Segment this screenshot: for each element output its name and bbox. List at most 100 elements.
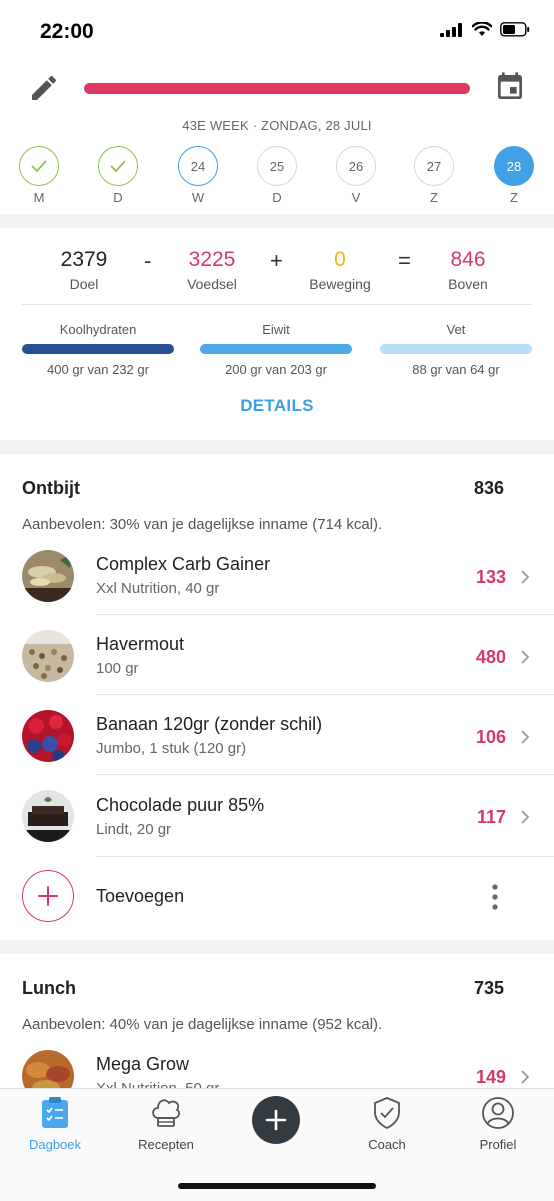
- macro-protein-bar: [200, 344, 352, 354]
- status-time: 22:00: [40, 20, 94, 43]
- food-name[interactable]: Chocolade puur 85%: [96, 795, 264, 816]
- add-food-label[interactable]: Toevoegen: [96, 886, 184, 907]
- food-thumbnail: [22, 550, 74, 602]
- macro-protein-value: 200 gr van 203 gr: [225, 362, 327, 377]
- macro-fat-label: Vet: [446, 322, 466, 337]
- day-letter: Z: [510, 190, 518, 205]
- battery-icon: [500, 22, 530, 37]
- food-label: Voedsel: [187, 276, 237, 292]
- day-letter: W: [191, 190, 205, 205]
- food-kcal: 106: [475, 727, 506, 747]
- add-button[interactable]: [252, 1096, 300, 1144]
- food-kcal: 133: [475, 567, 506, 587]
- macro-carbs-label: Koolhydraten: [59, 322, 137, 337]
- chevron-right-icon[interactable]: [520, 809, 530, 825]
- tab-diary-label[interactable]: Dagboek: [0, 1137, 110, 1152]
- food-name[interactable]: Havermout: [96, 634, 184, 655]
- breakfast-title: Ontbijt: [22, 478, 80, 498]
- section-divider: [0, 940, 554, 954]
- lunch-title: Lunch: [22, 978, 76, 998]
- details-button[interactable]: DETAILS: [0, 396, 554, 416]
- row-divider: [96, 774, 554, 775]
- tab-coach[interactable]: [332, 1096, 442, 1135]
- section-divider: [0, 440, 554, 454]
- row-divider: [96, 694, 554, 695]
- status-icons: [440, 22, 530, 37]
- breakfast-recommendation: Aanbevolen: 30% van je dagelijkse inname…: [22, 516, 383, 533]
- day-circle[interactable]: [19, 146, 59, 186]
- day-letter: D: [272, 190, 282, 205]
- signal-icon: [440, 22, 462, 37]
- calendar-icon[interactable]: [494, 70, 526, 104]
- exercise-value: 0: [334, 248, 346, 271]
- week-date-label: 43E WEEK · ZONDAG, 28 JULI: [182, 118, 372, 133]
- macro-fat-bar: [380, 344, 532, 354]
- tab-profile-label[interactable]: Profiel: [443, 1137, 553, 1152]
- calorie-progress-bar: [84, 83, 470, 94]
- chevron-right-icon[interactable]: [520, 729, 530, 745]
- home-indicator: [178, 1183, 376, 1189]
- macro-carbs-value: 400 gr van 232 gr: [47, 362, 149, 377]
- chevron-right-icon[interactable]: [520, 649, 530, 665]
- chevron-right-icon[interactable]: [520, 1069, 530, 1085]
- food-name[interactable]: Complex Carb Gainer: [96, 554, 270, 575]
- shield-check-icon: [374, 1097, 400, 1130]
- chef-hat-icon: [152, 1099, 181, 1127]
- food-kcal: 149: [475, 1067, 506, 1087]
- macro-protein-label: Eiwit: [262, 322, 290, 337]
- minus-operator: -: [144, 248, 152, 273]
- goal-value: 2379: [60, 248, 108, 271]
- tab-recipes-label[interactable]: Recepten: [111, 1137, 221, 1152]
- lunch-recommendation: Aanbevolen: 40% van je dagelijkse inname…: [22, 1016, 383, 1033]
- chevron-right-icon[interactable]: [520, 569, 530, 585]
- day-circle[interactable]: [98, 146, 138, 186]
- food-thumbnail: [22, 790, 74, 842]
- day-circle[interactable]: 28: [494, 146, 534, 186]
- remaining-value: 846: [450, 248, 486, 271]
- food-name[interactable]: Banaan 120gr (zonder schil): [96, 714, 322, 735]
- tab-coach-label[interactable]: Coach: [332, 1137, 442, 1152]
- food-thumbnail: [22, 710, 74, 762]
- more-options-icon[interactable]: [492, 884, 498, 910]
- check-icon: [110, 160, 126, 173]
- plus-icon: [37, 885, 58, 906]
- food-detail: 100 gr: [96, 660, 139, 677]
- pencil-icon[interactable]: [28, 72, 60, 104]
- exercise-label: Beweging: [309, 276, 371, 292]
- day-letter: Z: [430, 190, 438, 205]
- day-circle[interactable]: 27: [414, 146, 454, 186]
- day-letter: M: [33, 190, 45, 205]
- divider: [22, 304, 532, 305]
- row-divider: [96, 856, 554, 857]
- food-value: 3225: [188, 248, 236, 271]
- lunch-kcal: 735: [473, 978, 504, 998]
- section-divider: [0, 214, 554, 228]
- food-thumbnail: [22, 630, 74, 682]
- macro-fat-value: 88 gr van 64 gr: [412, 362, 500, 377]
- food-kcal: 480: [475, 647, 506, 667]
- clipboard-icon: [42, 1097, 68, 1128]
- day-letter: D: [113, 190, 123, 205]
- check-icon: [31, 160, 47, 173]
- food-detail: Jumbo, 1 stuk (120 gr): [96, 740, 247, 757]
- tab-profile[interactable]: [443, 1096, 553, 1135]
- macro-carbs-bar: [22, 344, 174, 354]
- wifi-icon: [472, 22, 492, 36]
- food-detail: Lindt, 20 gr: [96, 821, 172, 838]
- profile-icon: [482, 1097, 514, 1129]
- row-divider: [96, 614, 554, 615]
- food-detail: Xxl Nutrition, 40 gr: [96, 580, 220, 597]
- food-name[interactable]: Mega Grow: [96, 1054, 189, 1075]
- breakfast-kcal: 836: [473, 478, 504, 498]
- day-letter: V: [351, 190, 361, 205]
- tab-diary[interactable]: [0, 1096, 110, 1135]
- plus-icon: [265, 1109, 287, 1131]
- tab-recipes[interactable]: [111, 1096, 221, 1135]
- day-circle[interactable]: 24: [178, 146, 218, 186]
- goal-label: Doel: [69, 276, 99, 292]
- day-circle[interactable]: 25: [257, 146, 297, 186]
- day-circle[interactable]: 26: [336, 146, 376, 186]
- food-kcal: 117: [476, 807, 506, 827]
- add-food-button[interactable]: [22, 870, 74, 922]
- remaining-label: Boven: [448, 276, 488, 292]
